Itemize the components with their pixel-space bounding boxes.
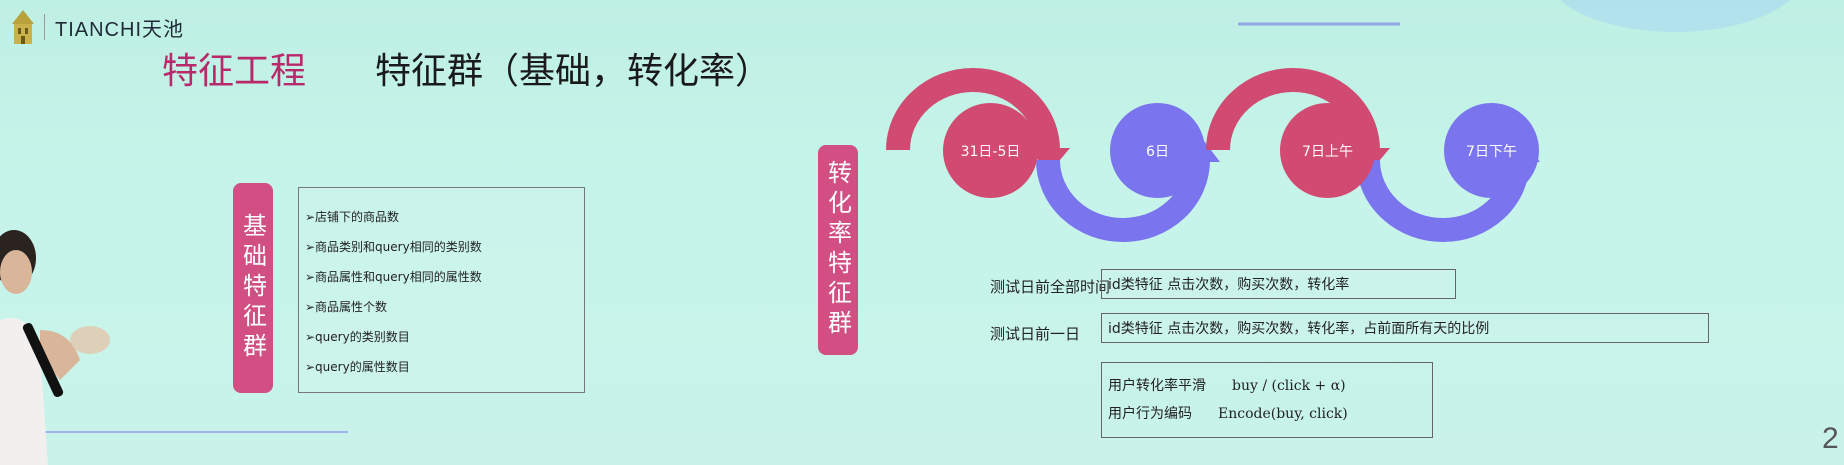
row-content-previous-day: id类特征 点击次数，购买次数，转化率，占前面所有天的比例 <box>1101 313 1709 343</box>
timeline-node-red: 31日-5日 <box>943 103 1038 198</box>
page-number: 2 <box>1822 422 1839 455</box>
basic-group-label: 基础特征群 <box>233 183 273 393</box>
row-content-all-time: id类特征 点击次数，购买次数，转化率 <box>1101 269 1456 299</box>
row-label-previous-day: 测试日前一日 <box>989 325 1080 343</box>
row-label-all-time: 测试日前全部时间 <box>989 278 1110 296</box>
list-item: ➢店铺下的商品数 <box>305 210 400 224</box>
logo-text: TIANCHI天池 <box>55 18 184 41</box>
timeline-node-red: 7日上午 <box>1280 103 1375 198</box>
list-item: ➢商品属性个数 <box>305 300 388 314</box>
building-icon <box>12 10 34 44</box>
presenter-image <box>0 230 110 465</box>
basic-feature-list: ➢店铺下的商品数 ➢商品类别和query相同的类别数 ➢商品属性和query相同… <box>298 187 585 393</box>
formula-label: 用户转化率平滑 <box>1108 378 1206 394</box>
page-subtitle: 特征群（基础，转化率） <box>375 51 772 92</box>
timeline-node-blue: 7日下午 <box>1444 103 1539 198</box>
list-item: ➢商品属性和query相同的属性数 <box>305 270 482 284</box>
formula-math: buy / (click + α) <box>1232 378 1346 394</box>
formula-line: 用户转化率平滑 buy / (click + α) <box>1108 375 1432 395</box>
timeline-node-blue: 6日 <box>1110 103 1205 198</box>
list-item: ➢query的属性数目 <box>305 360 410 374</box>
page-title: 特征工程 <box>162 51 307 92</box>
logo: TIANCHI天池 <box>12 10 184 44</box>
formula-math: Encode(buy, click) <box>1218 406 1348 422</box>
list-item: ➢query的类别数目 <box>305 330 410 344</box>
formula-label: 用户行为编码 <box>1108 406 1192 422</box>
conversion-group-label: 转化率特征群 <box>818 145 858 355</box>
formula-line: 用户行为编码 Encode(buy, click) <box>1108 403 1432 423</box>
list-item: ➢商品类别和query相同的类别数 <box>305 240 482 254</box>
formula-box: 用户转化率平滑 buy / (click + α) 用户行为编码 Encode(bu… <box>1101 362 1433 438</box>
